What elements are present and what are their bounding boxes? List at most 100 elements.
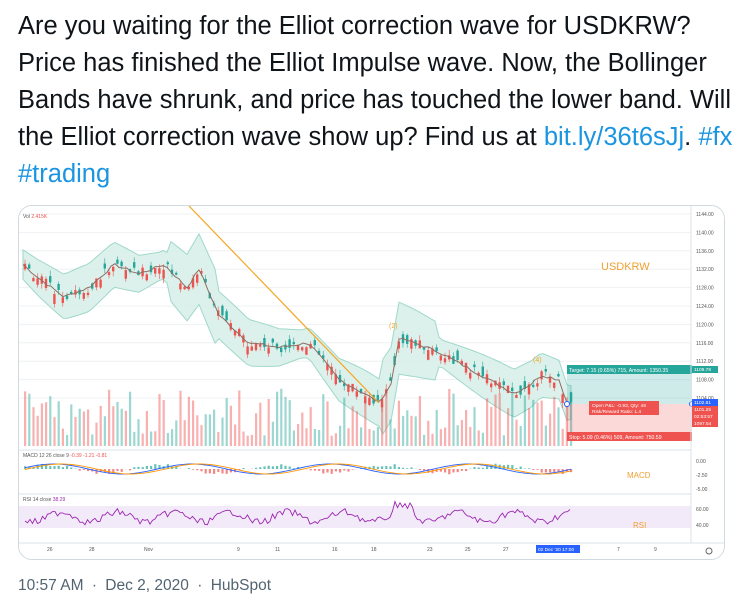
volume-bar	[318, 430, 321, 446]
volume-bar	[183, 420, 186, 446]
volume-bar	[473, 407, 476, 446]
macd-bar	[339, 469, 342, 473]
volume-bar	[481, 432, 484, 446]
volume-bar	[448, 388, 451, 446]
macd-tick-label: -2.50	[696, 473, 708, 479]
volume-bar	[519, 426, 522, 446]
candle-body	[561, 394, 564, 404]
volume-bar	[494, 394, 497, 446]
tweet-meta: 10:57 AM · Dec 2, 2020 · HubSpot	[18, 577, 275, 595]
candle-body	[82, 292, 85, 299]
y-tick-label: 1112.00	[696, 359, 714, 365]
volume-bar	[36, 415, 39, 446]
candle-body	[368, 397, 371, 405]
volume-bar	[418, 396, 421, 446]
candle-body	[107, 272, 111, 276]
candle-body	[254, 343, 258, 351]
volume-bar	[166, 432, 169, 446]
volume-bar	[87, 409, 90, 446]
volume-bar	[511, 392, 514, 446]
volume-bar	[95, 422, 98, 446]
volume-bar	[103, 416, 106, 446]
rsi-tick-label: 60.00	[696, 507, 709, 513]
macd-bar	[192, 469, 195, 470]
hashtag-trading[interactable]: #trading	[18, 160, 110, 188]
rsi-panel-label: RSI	[633, 521, 646, 530]
x-tick-label: 23	[427, 547, 433, 553]
macd-bar	[280, 464, 283, 469]
macd-bar	[288, 466, 291, 469]
volume-bar	[187, 396, 190, 446]
candle-body	[158, 268, 161, 274]
macd-bar	[376, 466, 379, 469]
x-highlight-label: 02 Dec '20 17:00	[538, 547, 574, 553]
vol-label: Vol 2.415K	[23, 214, 48, 220]
volume-bar	[78, 408, 81, 446]
macd-bar	[313, 469, 316, 471]
volume-bar	[355, 411, 358, 446]
macd-bar	[549, 469, 552, 473]
macd-bar	[267, 465, 270, 469]
macd-bar	[309, 469, 312, 471]
macd-bar	[284, 465, 287, 469]
volume-bar	[561, 428, 564, 446]
stop-label: Stop: 5.09 (0.46%) 509, Amount: 750.59	[569, 435, 662, 441]
volume-bar	[263, 435, 266, 446]
candle-body	[490, 383, 493, 388]
volume-bar	[221, 417, 224, 446]
hashtag-fx[interactable]: #fx	[698, 123, 732, 151]
x-tick-label: 16	[332, 547, 338, 553]
candle-body	[267, 347, 270, 354]
volume-bar	[137, 419, 140, 446]
volume-bar	[32, 407, 35, 446]
tweet-source[interactable]: HubSpot	[211, 577, 271, 594]
volume-bar	[124, 410, 127, 446]
wave-label-2: (2)	[389, 323, 398, 330]
macd-bar	[452, 469, 455, 473]
volume-bar	[91, 434, 94, 446]
volume-bar	[158, 394, 161, 446]
macd-bar	[448, 469, 451, 475]
volume-bar	[343, 397, 346, 446]
volume-bar	[549, 413, 552, 446]
volume-bar	[133, 431, 136, 446]
volume-bar	[116, 401, 119, 446]
macd-bar	[465, 469, 468, 472]
target-zone	[567, 369, 692, 404]
macd-legend: MACD 12 26 close 9 -0.39 -1.21 -0.81	[23, 453, 107, 459]
volume-bar	[284, 396, 287, 446]
volume-bar	[376, 427, 379, 446]
tweet-link[interactable]: bit.ly/36t6sJj	[544, 123, 684, 151]
volume-bar	[456, 425, 459, 446]
candle-body	[28, 264, 31, 269]
volume-bar	[145, 410, 148, 446]
tweet-time[interactable]: 10:57 AM	[18, 577, 84, 594]
x-tick-label: 26	[47, 547, 53, 553]
macd-bar	[402, 467, 405, 469]
macd-tick-label: -5.00	[696, 487, 708, 493]
candle-body	[32, 277, 35, 282]
candle-body	[103, 263, 106, 269]
volume-bar	[229, 405, 232, 446]
volume-bar	[154, 431, 157, 446]
macd-bar	[133, 467, 136, 469]
volume-bar	[477, 430, 480, 446]
volume-bar	[82, 411, 85, 446]
tweet-date[interactable]: Dec 2, 2020	[105, 577, 189, 594]
volume-bar	[179, 390, 182, 446]
macd-bar	[150, 465, 153, 469]
volume-bar	[217, 431, 220, 446]
volume-bar	[423, 434, 426, 446]
candle-body	[364, 396, 367, 404]
macd-bar	[82, 469, 85, 470]
candle-body	[250, 346, 253, 351]
volume-bar	[292, 430, 295, 446]
candle-body	[301, 347, 304, 351]
x-tick-label: 27	[503, 547, 509, 553]
volume-bar	[57, 401, 60, 446]
candle-body	[376, 395, 379, 401]
volume-bar	[234, 424, 237, 446]
chart-image[interactable]: Target: 7.15 (0.65%) 715, Amount: 1350.3…	[18, 205, 725, 560]
volume-bar	[250, 434, 253, 446]
macd-bar	[381, 466, 384, 469]
